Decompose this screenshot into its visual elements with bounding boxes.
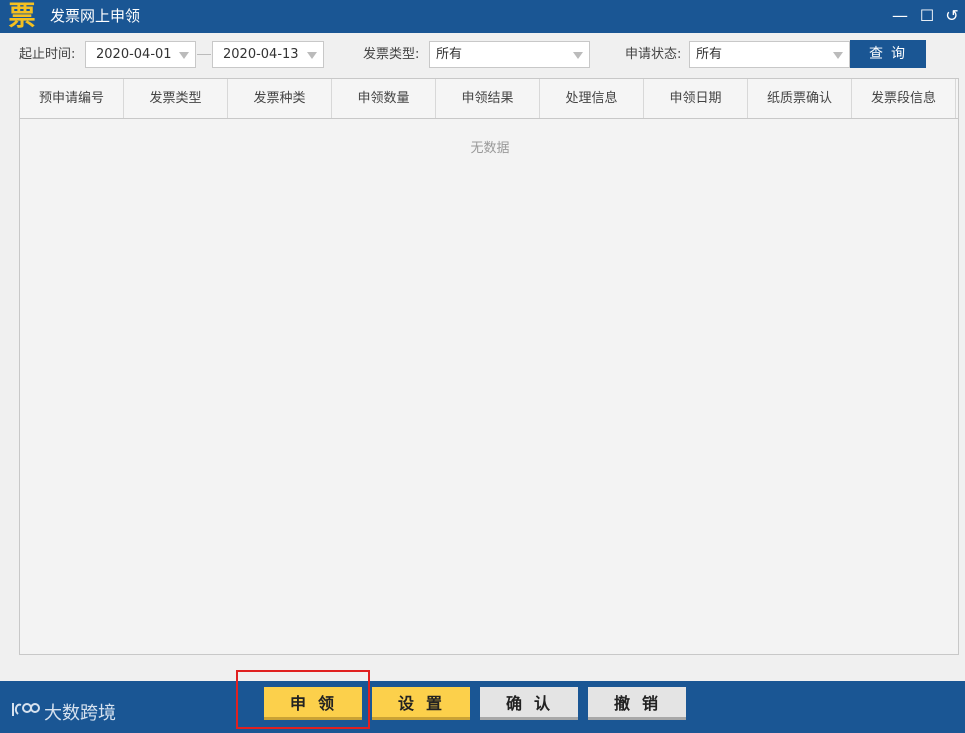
apply-status-select[interactable]: 所有	[689, 41, 850, 68]
empty-state-text: 无数据	[470, 141, 510, 156]
start-date-picker[interactable]: 2020-04-01	[85, 41, 196, 68]
invoice-type-value: 所有	[436, 47, 463, 62]
query-button[interactable]: 查询	[850, 40, 926, 68]
chevron-down-icon[interactable]	[179, 52, 189, 59]
window-title: 发票网上申领	[50, 7, 141, 25]
invoice-logo-icon: 票	[8, 1, 36, 32]
table-header: 预申请编号 发票类型 发票种类 申领数量 申领结果 处理信息 申领日期 纸质票确…	[20, 79, 958, 119]
chevron-down-icon[interactable]	[307, 52, 317, 59]
column-header[interactable]: 预申请编号	[20, 79, 124, 118]
invoice-type-select[interactable]: 所有	[429, 41, 590, 68]
revoke-button[interactable]: 撤销	[588, 687, 686, 720]
brand-logo-svg	[12, 703, 40, 716]
brand-name: 大数跨境	[44, 703, 116, 724]
apply-status-value: 所有	[696, 47, 723, 62]
end-date-picker[interactable]: 2020-04-13	[212, 41, 324, 68]
confirm-button[interactable]: 确认	[480, 687, 578, 720]
column-header[interactable]: 发票种类	[228, 79, 332, 118]
column-header[interactable]: 发票类型	[124, 79, 228, 118]
column-header[interactable]: 申领日期	[644, 79, 748, 118]
apply-button[interactable]: 申领	[264, 687, 362, 720]
results-table: 预申请编号 发票类型 发票种类 申领数量 申领结果 处理信息 申领日期 纸质票确…	[19, 78, 959, 655]
maximize-icon[interactable]: ☐	[916, 5, 938, 27]
column-header[interactable]: 申领结果	[436, 79, 540, 118]
date-range-label: 起止时间:	[19, 47, 76, 62]
chevron-down-icon[interactable]	[573, 52, 583, 59]
column-header[interactable]: 申领数量	[332, 79, 436, 118]
invoice-type-label: 发票类型:	[363, 47, 420, 62]
brand-logo-icon	[10, 699, 40, 728]
title-bar: 票 发票网上申领 — ☐ ↺	[0, 0, 965, 33]
chevron-down-icon[interactable]	[833, 52, 843, 59]
settings-button[interactable]: 设置	[372, 687, 470, 720]
back-icon[interactable]: ↺	[941, 5, 963, 27]
column-header[interactable]: 发票段信息	[852, 79, 956, 118]
date-range-separator	[197, 54, 211, 55]
column-header[interactable]: 处理信息	[540, 79, 644, 118]
start-date-value: 2020-04-01	[96, 47, 172, 62]
minimize-icon[interactable]: —	[889, 5, 911, 27]
column-header[interactable]: 纸质票确认	[748, 79, 852, 118]
end-date-value: 2020-04-13	[223, 47, 299, 62]
apply-status-label: 申请状态:	[625, 47, 682, 62]
brand-watermark: 大数跨境	[10, 699, 116, 727]
